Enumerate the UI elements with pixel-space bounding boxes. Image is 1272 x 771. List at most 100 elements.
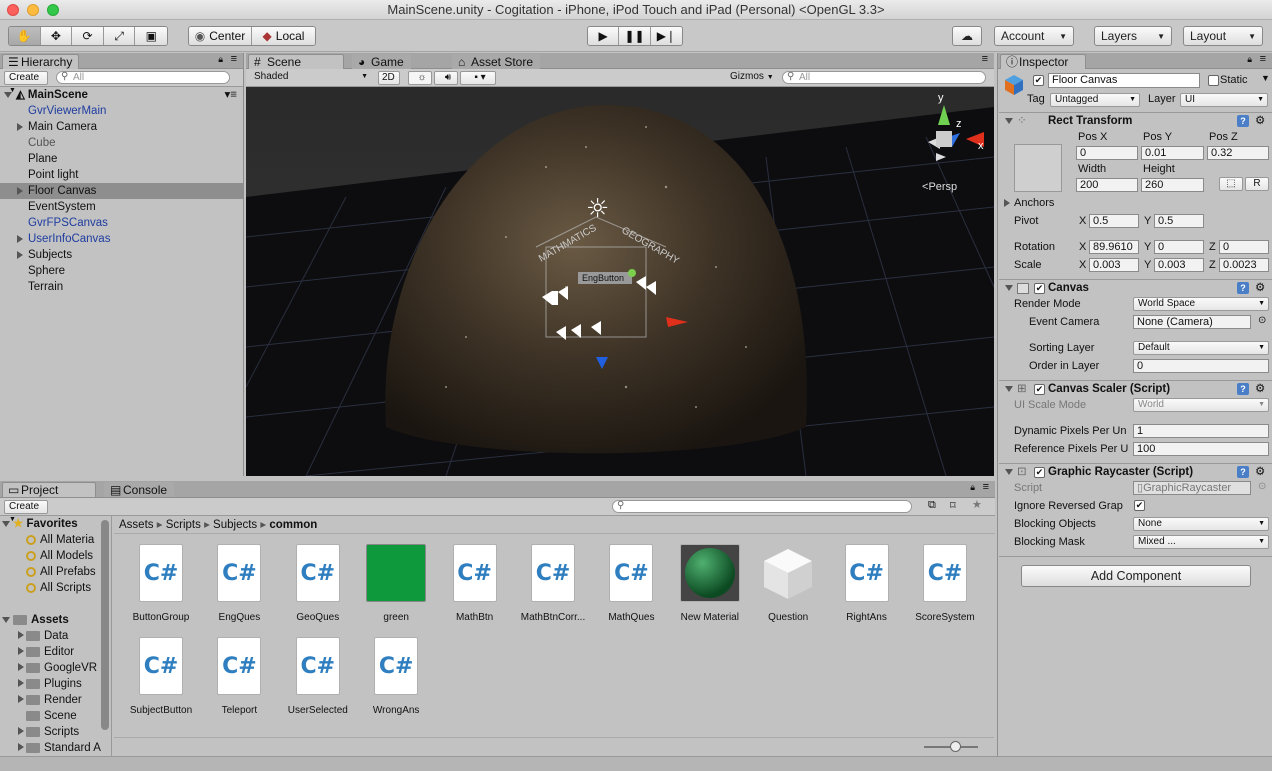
play-icon[interactable]: ▶	[588, 27, 620, 45]
tab-hierarchy[interactable]: ☰ Hierarchy	[2, 54, 80, 69]
add-component-button[interactable]: Add Component	[1021, 565, 1251, 587]
favorite-item[interactable]: All Prefabs	[26, 564, 96, 580]
lock-icon[interactable]: 🔒︎	[218, 54, 223, 65]
gear-icon[interactable]: ⚙	[1255, 381, 1265, 398]
asset-item[interactable]: C# MathQues	[592, 544, 670, 623]
tab-project[interactable]: ▭ Project	[2, 482, 96, 497]
step-icon[interactable]: ▶❘	[650, 27, 682, 45]
tag-dropdown[interactable]: Untagged ▼	[1050, 93, 1140, 107]
zoom-slider-thumb[interactable]	[950, 741, 961, 752]
zoom-window-button[interactable]	[47, 4, 59, 16]
expand-arrow-icon[interactable]	[18, 727, 24, 735]
expand-arrow-icon[interactable]	[17, 251, 23, 259]
expand-arrow-icon[interactable]	[18, 663, 24, 671]
asset-item[interactable]: C# ScoreSystem	[906, 544, 984, 623]
asset-item[interactable]: Question	[749, 544, 827, 623]
create-dropdown[interactable]: Create ▼	[4, 71, 48, 94]
canvas-header[interactable]: ✔ Canvas ? ⚙	[999, 279, 1272, 296]
tree-scrollbar[interactable]	[101, 520, 109, 730]
anchors-label[interactable]: Anchors	[1014, 196, 1054, 211]
hierarchy-item[interactable]: GvrViewerMain	[0, 103, 243, 119]
dropdown-arrow-icon[interactable]: ▼	[1261, 73, 1270, 83]
scale-z-field[interactable]: 0.0023	[1219, 258, 1269, 272]
expand-arrow-icon[interactable]	[18, 631, 24, 639]
hierarchy-item[interactable]: Terrain	[0, 279, 243, 295]
favorite-item[interactable]: All Scripts	[26, 580, 91, 596]
asset-item[interactable]: C# SubjectButton	[122, 637, 200, 716]
expand-arrow-icon[interactable]	[17, 235, 23, 243]
expand-arrow-icon[interactable]	[2, 521, 10, 527]
gear-icon[interactable]: ⚙	[1255, 464, 1265, 481]
scale-tool-icon[interactable]: ⤢	[103, 27, 136, 45]
pivot-y-field[interactable]: 0.5	[1154, 214, 1204, 228]
folder-item[interactable]: Scripts	[18, 724, 79, 740]
breadcrumb-scripts[interactable]: Scripts	[166, 519, 201, 531]
layout-dropdown[interactable]: Layout ▼	[1183, 26, 1263, 46]
hierarchy-item[interactable]: EventSystem	[0, 199, 243, 215]
account-dropdown[interactable]: Account ▼	[994, 26, 1074, 46]
folder-item[interactable]: Standard A	[18, 740, 101, 756]
tab-game[interactable]: ◕ Game	[352, 54, 411, 69]
object-name-input[interactable]: Floor Canvas	[1048, 73, 1200, 88]
asset-item[interactable]: C# EngQues	[200, 544, 278, 623]
help-icon[interactable]: ?	[1237, 383, 1249, 395]
breadcrumb-subjects[interactable]: Subjects	[213, 519, 257, 531]
effects-toggle-icon[interactable]: ▪ ▾	[460, 71, 496, 85]
active-checkbox[interactable]: ✔	[1033, 75, 1044, 86]
move-tool-icon[interactable]: ✥	[40, 27, 73, 45]
folder-item[interactable]: Editor	[18, 644, 74, 660]
graphic-raycaster-header[interactable]: ⊡ ✔ Graphic Raycaster (Script) ? ⚙	[999, 463, 1272, 480]
asset-item[interactable]: C# MathBtn	[436, 544, 514, 623]
gear-icon[interactable]: ⚙	[1255, 113, 1265, 130]
folder-item[interactable]: Render	[18, 692, 82, 708]
canvas-enabled-checkbox[interactable]: ✔	[1034, 283, 1045, 294]
shading-mode-dropdown[interactable]: Shaded ▼	[250, 71, 370, 85]
help-icon[interactable]: ?	[1237, 282, 1249, 294]
panel-menu-icon[interactable]: ≡	[983, 481, 989, 493]
y-axis-handle[interactable]	[628, 269, 636, 277]
anchor-presets-button[interactable]	[1014, 144, 1062, 192]
asset-item[interactable]: green	[357, 544, 435, 623]
cloud-icon[interactable]: ☁	[952, 26, 982, 46]
pos-y-field[interactable]: 0.01	[1141, 146, 1204, 160]
panel-menu-icon[interactable]: ≡	[231, 53, 237, 65]
ignore-reversed-checkbox[interactable]: ✔	[1134, 500, 1145, 511]
breadcrumb-common[interactable]: common	[269, 519, 317, 531]
favorite-star-icon[interactable]: ★	[972, 498, 982, 511]
blocking-objects-dropdown[interactable]: None ▼	[1133, 517, 1269, 531]
object-picker-icon[interactable]: ⊙	[1258, 315, 1266, 326]
pos-x-field[interactable]: 0	[1076, 146, 1138, 160]
expand-arrow-icon[interactable]	[18, 695, 24, 703]
sorting-layer-dropdown[interactable]: Default ▼	[1133, 341, 1269, 355]
perspective-label[interactable]: <Persp	[922, 181, 957, 193]
asset-item[interactable]: C# ButtonGroup	[122, 544, 200, 623]
asset-item[interactable]: C# GeoQues	[279, 544, 357, 623]
blocking-mask-dropdown[interactable]: Mixed ... ▼	[1133, 535, 1269, 549]
pivot-center-button[interactable]: ◉ Center	[189, 27, 253, 45]
tab-console[interactable]: ▤ Console	[104, 482, 175, 497]
scale-y-field[interactable]: 0.003	[1154, 258, 1204, 272]
hierarchy-search-input[interactable]: ⚲ All	[56, 71, 230, 84]
rotation-z-field[interactable]: 0	[1219, 240, 1269, 254]
favorite-item[interactable]: All Materia	[26, 532, 94, 548]
scene-menu-icon[interactable]: ▾≡	[225, 87, 237, 103]
assets-header[interactable]: Assets	[2, 612, 69, 628]
asset-item[interactable]: C# MathBtnCorr...	[514, 544, 592, 623]
scale-x-field[interactable]: 0.003	[1089, 258, 1139, 272]
filter-label-icon[interactable]: ⌑	[950, 499, 956, 512]
expand-arrow-icon[interactable]	[17, 187, 23, 195]
expand-arrow-icon[interactable]	[1005, 469, 1013, 475]
toggle-2d-button[interactable]: 2D	[378, 71, 400, 85]
filter-type-icon[interactable]: ⧉	[928, 499, 936, 512]
expand-arrow-icon[interactable]	[1005, 285, 1013, 291]
hierarchy-item[interactable]: Subjects	[0, 247, 243, 263]
raycaster-enabled-checkbox[interactable]: ✔	[1034, 467, 1045, 478]
asset-item[interactable]: C# Teleport	[200, 637, 278, 716]
minimize-window-button[interactable]	[27, 4, 39, 16]
folder-item[interactable]: Plugins	[18, 676, 82, 692]
favorite-item[interactable]: All Models	[26, 548, 93, 564]
hierarchy-item[interactable]: Plane	[0, 151, 243, 167]
rotation-x-field[interactable]: 89.9610	[1089, 240, 1139, 254]
space-local-button[interactable]: ◆ Local	[252, 27, 315, 45]
gear-icon[interactable]: ⚙	[1255, 280, 1265, 297]
